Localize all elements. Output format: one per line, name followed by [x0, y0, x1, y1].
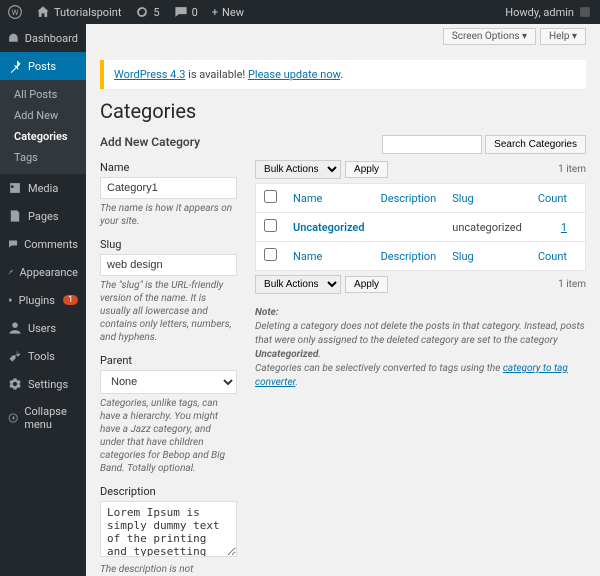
- select-all-top[interactable]: [264, 190, 277, 203]
- col-slug[interactable]: Slug: [444, 184, 530, 213]
- media-icon: [8, 181, 22, 195]
- menu-plugins[interactable]: Plugins1: [0, 286, 86, 314]
- form-heading: Add New Category: [100, 135, 237, 149]
- menu-tools[interactable]: Tools: [0, 342, 86, 370]
- name-help: The name is how it appears on your site.: [100, 202, 237, 228]
- menu-settings[interactable]: Settings: [0, 370, 86, 398]
- menu-comments[interactable]: Comments: [0, 230, 86, 258]
- note-block: Note: Deleting a category does not delet…: [255, 306, 586, 390]
- col-description[interactable]: Description: [373, 184, 445, 213]
- parent-help: Categories, unlike tags, can have a hier…: [100, 397, 237, 475]
- search-input[interactable]: [382, 135, 482, 154]
- users-icon: [8, 321, 22, 335]
- page-title: Categories: [100, 99, 586, 123]
- comment-icon: [174, 5, 188, 19]
- plugin-count-badge: 1: [63, 295, 78, 305]
- menu-pages[interactable]: Pages: [0, 202, 86, 230]
- menu-appearance[interactable]: Appearance: [0, 258, 86, 286]
- screen-options-button[interactable]: Screen Options ▾: [443, 28, 536, 45]
- svg-text:W: W: [12, 8, 19, 17]
- collapse-menu[interactable]: Collapse menu: [0, 398, 86, 438]
- comments-count[interactable]: 0: [174, 5, 198, 19]
- refresh-icon: [135, 5, 149, 19]
- name-input[interactable]: [100, 177, 237, 199]
- parent-select[interactable]: None: [100, 370, 237, 394]
- submenu-add-new[interactable]: Add New: [0, 105, 86, 126]
- submenu-all-posts[interactable]: All Posts: [0, 84, 86, 105]
- menu-media[interactable]: Media: [0, 174, 86, 202]
- col-slug-bottom[interactable]: Slug: [444, 242, 530, 271]
- posts-submenu: All Posts Add New Categories Tags: [0, 80, 86, 174]
- comment-icon: [8, 237, 18, 251]
- name-label: Name: [100, 161, 237, 174]
- item-count-top: 1 item: [558, 164, 586, 175]
- bulk-actions-top[interactable]: Bulk Actions: [255, 160, 341, 179]
- wp-version-link[interactable]: WordPress 4.3: [114, 68, 185, 81]
- slug-input[interactable]: [100, 254, 237, 276]
- row-count-link[interactable]: 1: [561, 221, 567, 234]
- col-name[interactable]: Name: [285, 184, 373, 213]
- pin-icon: [8, 59, 22, 73]
- apply-button-top[interactable]: Apply: [345, 161, 388, 178]
- description-help: The description is not prominent by defa…: [100, 563, 237, 576]
- table-row: Uncategorized uncategorized 1: [256, 213, 586, 242]
- description-label: Description: [100, 485, 237, 498]
- add-category-form: Add New Category Name The name is how it…: [100, 135, 237, 576]
- select-all-bottom[interactable]: [264, 248, 277, 261]
- avatar-icon: [578, 5, 592, 19]
- wp-logo[interactable]: W: [8, 5, 22, 19]
- plugin-icon: [8, 293, 13, 307]
- bulk-actions-bottom[interactable]: Bulk Actions: [255, 275, 341, 294]
- main-content: Screen Options ▾ Help ▾ WordPress 4.3 is…: [86, 24, 600, 576]
- admin-sidebar: Dashboard Posts All Posts Add New Catego…: [0, 24, 86, 576]
- site-name[interactable]: Tutorialspoint: [36, 5, 121, 19]
- slug-help: The "slug" is the URL-friendly version o…: [100, 279, 237, 344]
- plus-icon: +: [212, 6, 218, 19]
- collapse-icon: [8, 411, 18, 425]
- apply-button-bottom[interactable]: Apply: [345, 276, 388, 293]
- col-count[interactable]: Count: [530, 184, 586, 213]
- updates[interactable]: 5: [135, 5, 159, 19]
- row-name-link[interactable]: Uncategorized: [293, 221, 365, 234]
- parent-label: Parent: [100, 354, 237, 367]
- row-slug: uncategorized: [444, 213, 530, 242]
- page-icon: [8, 209, 22, 223]
- row-checkbox[interactable]: [264, 219, 277, 232]
- submenu-tags[interactable]: Tags: [0, 147, 86, 168]
- menu-dashboard[interactable]: Dashboard: [0, 24, 86, 52]
- menu-posts[interactable]: Posts: [0, 52, 86, 80]
- update-now-link[interactable]: Please update now: [248, 68, 340, 81]
- update-notice: WordPress 4.3 is available! Please updat…: [100, 60, 586, 89]
- brush-icon: [8, 265, 13, 279]
- col-count-bottom[interactable]: Count: [530, 242, 586, 271]
- row-description: [373, 213, 445, 242]
- admin-bar: W Tutorialspoint 5 0 +New Howdy, admin: [0, 0, 600, 24]
- settings-icon: [8, 377, 22, 391]
- house-icon: [36, 5, 50, 19]
- slug-label: Slug: [100, 238, 237, 251]
- item-count-bottom: 1 item: [558, 279, 586, 290]
- tools-icon: [8, 349, 22, 363]
- search-button[interactable]: Search Categories: [485, 135, 586, 154]
- new-content[interactable]: +New: [212, 6, 244, 19]
- col-description-bottom[interactable]: Description: [373, 242, 445, 271]
- categories-table: Name Description Slug Count Uncategorize…: [255, 183, 586, 271]
- description-textarea[interactable]: Lorem Ipsum is simply dummy text of the …: [100, 501, 237, 557]
- help-button[interactable]: Help ▾: [540, 28, 586, 45]
- col-name-bottom[interactable]: Name: [285, 242, 373, 271]
- dashboard-icon: [8, 31, 19, 45]
- submenu-categories[interactable]: Categories: [0, 126, 86, 147]
- howdy[interactable]: Howdy, admin: [505, 5, 592, 19]
- menu-users[interactable]: Users: [0, 314, 86, 342]
